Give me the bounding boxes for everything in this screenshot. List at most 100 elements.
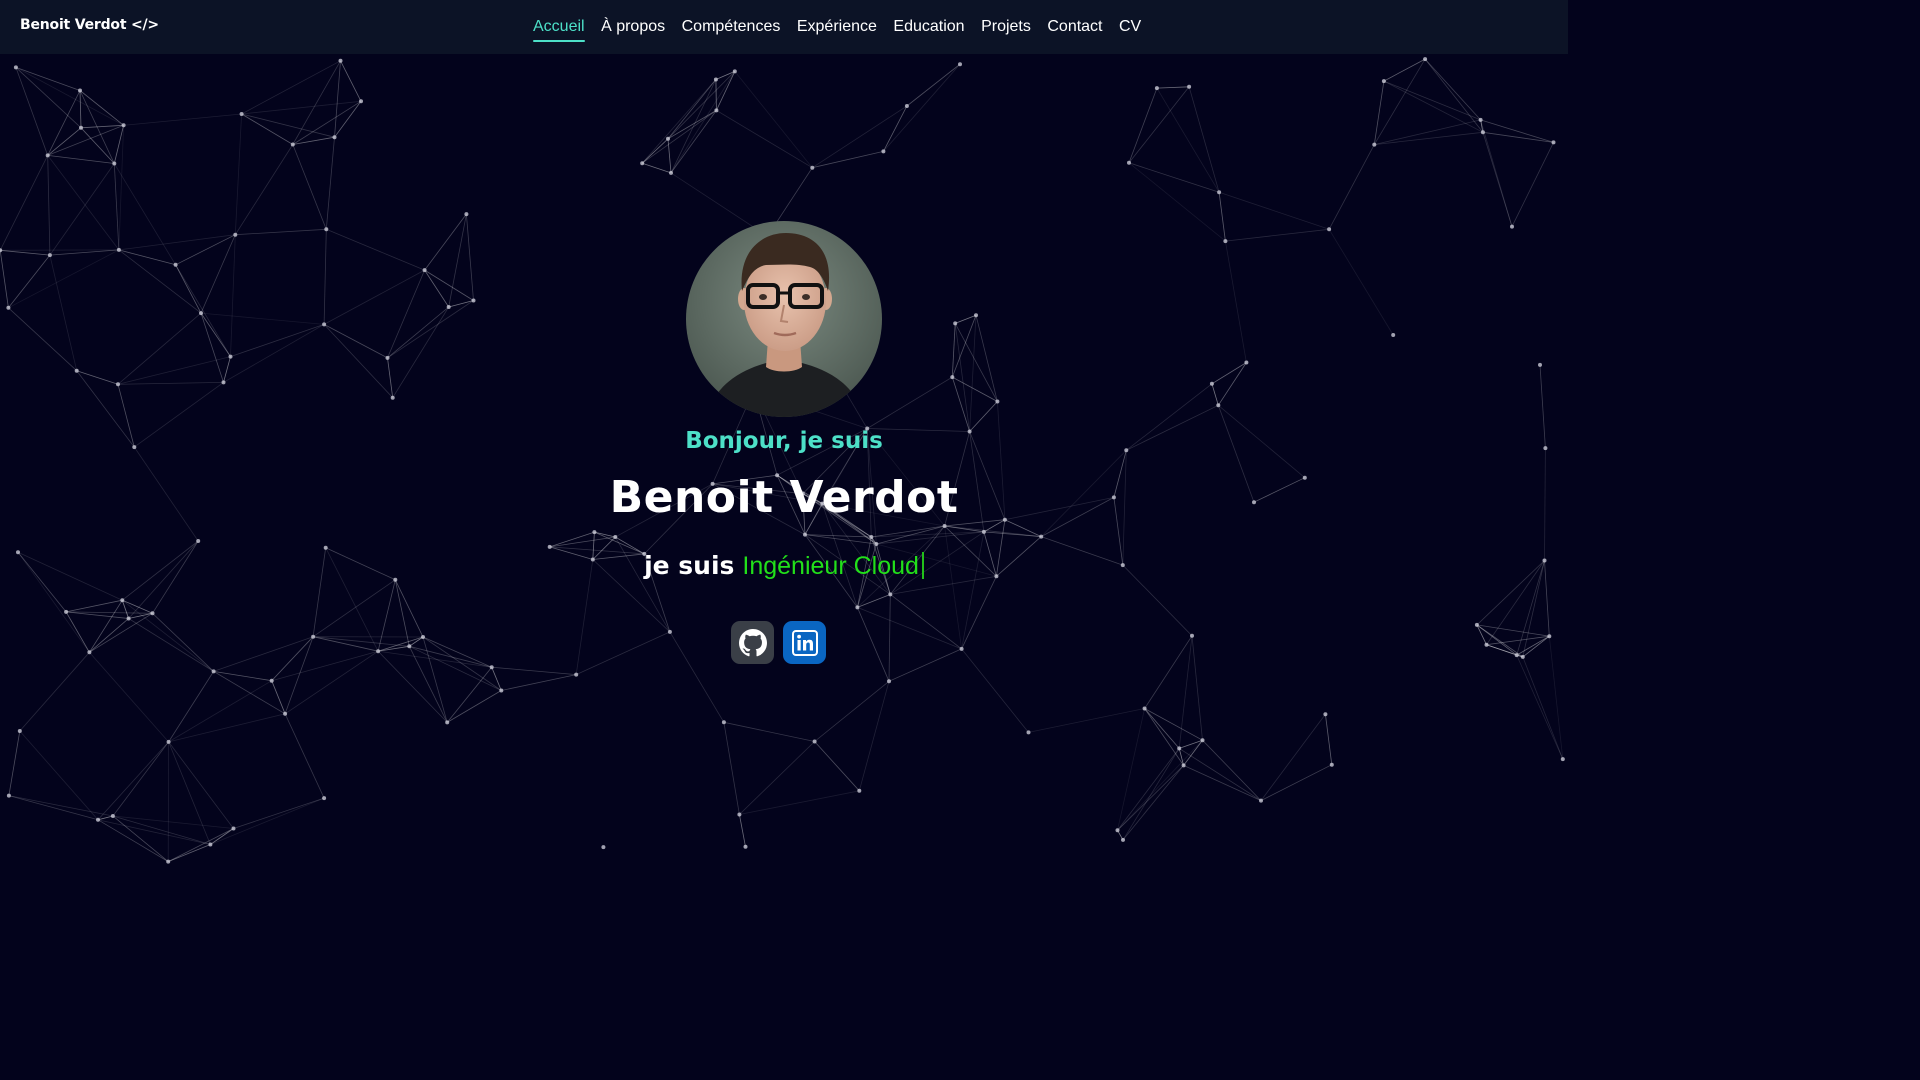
network-link (168, 713, 286, 743)
network-link (97, 819, 169, 862)
nav-link-cv[interactable]: CV (1119, 17, 1141, 37)
network-link (47, 127, 82, 156)
network-link (641, 79, 717, 164)
network-link (961, 648, 1029, 733)
network-link (1202, 739, 1262, 801)
network-link (128, 618, 214, 672)
network-link (76, 370, 119, 385)
network-node (574, 672, 579, 677)
navbar: Benoit Verdot </> Accueil À propos Compé… (0, 0, 1568, 54)
network-link (392, 306, 450, 398)
network-link (1144, 708, 1184, 766)
network-link (89, 612, 153, 653)
network-node (737, 812, 742, 817)
network-node (74, 368, 79, 373)
network-link (1188, 86, 1220, 193)
network-link (1225, 241, 1247, 363)
network-node (13, 65, 18, 70)
network-link (8, 254, 51, 309)
network-link (378, 650, 492, 668)
nav-link-experience[interactable]: Expérience (797, 17, 877, 37)
network-link (975, 315, 998, 402)
network-node (0, 248, 3, 253)
network-link (424, 213, 467, 271)
network-link (422, 636, 502, 691)
network-link (19, 730, 99, 821)
nav-link-projets[interactable]: Projets (981, 17, 1031, 37)
network-link (387, 269, 425, 359)
network-node (1127, 160, 1131, 165)
network-link (47, 155, 115, 164)
network-link (89, 652, 169, 743)
network-link (1374, 131, 1483, 145)
network-link (89, 618, 129, 653)
network-link (8, 730, 21, 796)
network-link (118, 249, 202, 314)
github-button[interactable] (731, 621, 774, 664)
network-node (812, 739, 817, 744)
network-link (210, 797, 325, 845)
network-node (322, 322, 327, 327)
network-link (723, 721, 815, 742)
brand-logo[interactable]: Benoit Verdot </> (20, 17, 159, 33)
network-link (501, 674, 577, 691)
network-link (175, 264, 202, 314)
network-link (1424, 58, 1481, 121)
network-node (1538, 362, 1542, 367)
network-node (1474, 622, 1479, 627)
network-node (1423, 57, 1428, 62)
network-link (323, 324, 388, 359)
hero-tagline: je suis Ingénieur Cloud (0, 551, 1568, 581)
nav-link-accueil[interactable]: Accueil (533, 17, 585, 42)
network-link (271, 680, 286, 714)
network-link (47, 155, 51, 256)
nav-link-competences[interactable]: Compétences (682, 17, 781, 37)
network-link (954, 323, 970, 432)
network-node (1209, 381, 1214, 386)
network-link (118, 125, 124, 250)
nav-link-education[interactable]: Education (893, 17, 964, 37)
nav-link-contact[interactable]: Contact (1047, 17, 1102, 37)
network-link (549, 536, 616, 548)
linkedin-button[interactable] (783, 621, 826, 664)
network-node (958, 62, 962, 67)
network-node (666, 136, 670, 141)
network-link (1128, 86, 1190, 164)
network-link (1374, 119, 1481, 145)
network-link (233, 797, 325, 829)
network-node (857, 788, 862, 793)
network-link (1482, 131, 1554, 143)
network-node (1154, 86, 1159, 91)
network-node (1391, 333, 1396, 337)
network-node (592, 530, 597, 535)
network-link (716, 71, 736, 111)
network-node (942, 524, 947, 528)
network-node (601, 845, 606, 850)
network-node (1200, 738, 1205, 743)
network-node (126, 616, 131, 621)
network-node (385, 355, 390, 360)
network-link (118, 249, 176, 266)
network-link (66, 599, 123, 613)
nav-link-a-propos[interactable]: À propos (601, 17, 665, 37)
network-link (446, 690, 502, 723)
network-node (1142, 706, 1147, 711)
network-link (491, 666, 577, 675)
network-link (271, 636, 314, 681)
network-node (112, 161, 117, 166)
network-link (8, 307, 77, 371)
network-node (1372, 142, 1377, 147)
network-node (359, 99, 363, 104)
network-link (117, 312, 202, 385)
network-link (814, 741, 860, 792)
linkedin-icon (791, 629, 818, 656)
network-link (1325, 714, 1333, 765)
network-link (117, 356, 231, 385)
network-link (1191, 635, 1203, 741)
network-link (944, 525, 984, 533)
network-link (1117, 765, 1184, 831)
network-link (1225, 228, 1330, 242)
network-link (241, 113, 335, 138)
network-link (1480, 119, 1554, 143)
network-node (78, 88, 82, 93)
